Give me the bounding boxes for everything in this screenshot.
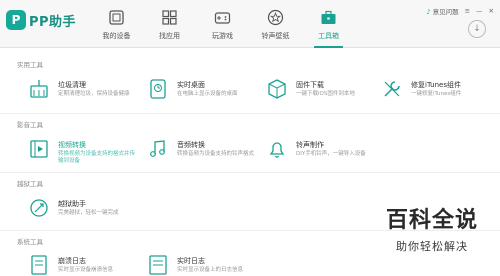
section-system: 系统工具 (17, 238, 43, 246)
tab-games[interactable]: 玩游戏 (196, 0, 249, 48)
bell-small-icon: ♪ (426, 8, 431, 16)
divider (0, 172, 500, 173)
menu-icon[interactable]: ≡ (465, 7, 470, 15)
tab-label: 工具箱 (318, 32, 339, 40)
tool-desc: 一键下载iOS固件到本地 (296, 91, 355, 97)
download-manager-button[interactable]: ↓ (468, 20, 486, 38)
feedback-link[interactable]: ♪ 意见问题 (426, 6, 458, 16)
tool-name: 修复iTunes组件 (411, 81, 461, 89)
tool-jailbreak-helper[interactable]: 越狱助手 完美越狱，轻松一键完成 (28, 196, 138, 226)
jailbreak-icon (30, 199, 48, 217)
tool-name: 实时日志 (177, 257, 205, 265)
star-icon (267, 9, 284, 26)
divider (0, 113, 500, 114)
bell-icon (269, 142, 285, 158)
tool-name: 崩溃日志 (58, 257, 86, 265)
tab-find-apps[interactable]: 找应用 (143, 0, 196, 48)
logo-mark: P (6, 10, 26, 30)
tool-desc: 一键修复iTunes组件 (411, 91, 462, 97)
tab-ringtones[interactable]: 铃声壁纸 (249, 0, 302, 48)
tool-crash-log[interactable]: 崩溃日志 实时显示设备崩溃信息 (28, 253, 138, 276)
section-utility: 实用工具 (17, 61, 43, 69)
tool-clean[interactable]: 垃圾清理 定期清理垃圾，保持设备健康 (28, 77, 138, 107)
section-media: 影音工具 (17, 121, 43, 129)
music-icon (150, 140, 165, 157)
desktop-icon (150, 79, 166, 99)
tool-desc: 定期清理垃圾，保持设备健康 (58, 91, 130, 97)
tab-label: 我的设备 (102, 32, 131, 40)
apps-icon (162, 10, 177, 25)
tool-desc: 转换音频为设备支持的铃声格式 (177, 151, 255, 157)
gamepad-icon (214, 12, 231, 24)
tool-repair-itunes[interactable]: 修复iTunes组件 一键修复iTunes组件 (381, 77, 491, 107)
tool-name: 铃声制作 (296, 141, 324, 149)
tab-label: 玩游戏 (212, 32, 233, 40)
tool-desc: 实时显示设备上的日志信息 (177, 267, 244, 273)
feedback-label: 意见问题 (432, 8, 459, 16)
tab-label: 铃声壁纸 (261, 32, 290, 40)
box-icon (268, 79, 286, 99)
logo-text: PP助手 (29, 14, 77, 30)
tool-ringtone-maker[interactable]: 铃声制作 DIY手机铃声，一键导入设备 (266, 137, 376, 167)
doc-icon (31, 255, 47, 275)
tool-desc: 在电脑上显示设备的桌面 (177, 91, 238, 97)
section-jailbreak: 越狱工具 (17, 180, 43, 188)
tool-audio-convert[interactable]: 音频转换 转换音频为设备支持的铃声格式 (147, 137, 257, 167)
tab-toolbox[interactable]: 工具箱 (302, 0, 355, 48)
tab-label: 找应用 (159, 32, 180, 40)
tool-desc: 转换视频为设备支持的格式并传输到设备 (58, 151, 136, 164)
tool-name: 实时桌面 (177, 81, 205, 89)
watermark: 百科全说 助你轻松解决 (386, 202, 478, 254)
tool-firmware-download[interactable]: 固件下载 一键下载iOS固件到本地 (266, 77, 376, 107)
tool-video-convert[interactable]: 视频转换 转换视频为设备支持的格式并传输到设备 (28, 137, 138, 167)
download-arrow-icon: ↓ (473, 24, 481, 34)
minimize-icon[interactable]: — (476, 7, 483, 15)
tool-name: 音频转换 (177, 141, 205, 149)
close-icon[interactable]: ✕ (489, 7, 494, 15)
tool-name: 越狱助手 (58, 200, 86, 208)
toolbox-icon (321, 10, 336, 24)
tool-desc: DIY手机铃声，一键导入设备 (296, 151, 366, 157)
watermark-title: 百科全说 (385, 208, 478, 233)
tool-name: 视频转换 (58, 141, 86, 149)
logo: P PP助手 (6, 10, 76, 30)
device-icon (109, 10, 124, 25)
tool-realtime-desktop[interactable]: 实时桌面 在电脑上显示设备的桌面 (147, 77, 257, 107)
tool-name: 垃圾清理 (58, 81, 86, 89)
wrench-icon (384, 81, 400, 97)
film-icon (30, 140, 48, 158)
tool-desc: 完美越狱，轻松一键完成 (58, 210, 119, 216)
window-controls: ♪ 意见问题 ≡ — ✕ (426, 6, 494, 16)
tool-name: 固件下载 (296, 81, 324, 89)
log-icon (149, 255, 167, 275)
tab-my-device[interactable]: 我的设备 (90, 0, 143, 48)
broom-icon (30, 80, 48, 98)
top-bar: P PP助手 我的设备 找应用 玩游戏 铃声壁纸 工具箱 ♪ 意见问题 ≡ — … (0, 0, 500, 48)
tool-desc: 实时显示设备崩溃信息 (58, 267, 114, 273)
pp-assistant-window: P PP助手 我的设备 找应用 玩游戏 铃声壁纸 工具箱 ♪ 意见问题 ≡ — … (0, 0, 500, 276)
main-nav: 我的设备 找应用 玩游戏 铃声壁纸 工具箱 (90, 0, 355, 48)
tool-realtime-log[interactable]: 实时日志 实时显示设备上的日志信息 (147, 253, 257, 276)
watermark-subtitle: 助你轻松解决 (395, 240, 468, 253)
